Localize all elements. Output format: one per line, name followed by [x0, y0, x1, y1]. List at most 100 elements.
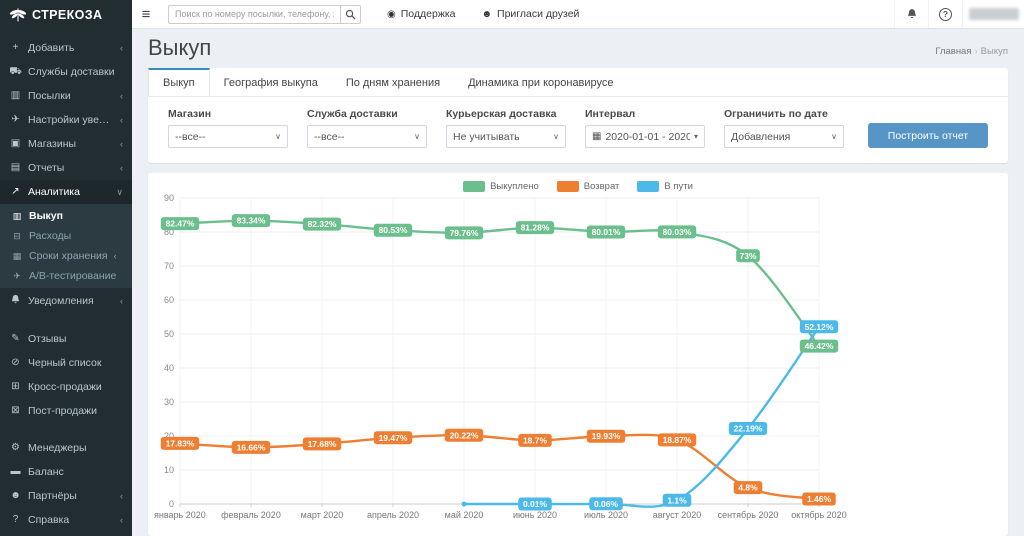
- bell-icon: [9, 294, 22, 308]
- sidebar-item-post-sales[interactable]: ⊠Пост-продажи: [0, 399, 132, 423]
- sidebar-item-notifications[interactable]: Уведомления‹: [0, 288, 132, 314]
- chevron-left-icon: ‹: [120, 91, 123, 101]
- briefcase-icon: ▣: [9, 139, 22, 149]
- sidebar-item-storage-terms[interactable]: ▦Сроки хранения‹: [0, 246, 132, 266]
- sidebar-item-label: Сроки хранения: [29, 250, 108, 262]
- legend-item[interactable]: Возврат: [557, 181, 620, 192]
- sidebar-item-label: Уведомления: [28, 295, 114, 307]
- support-label: Поддержка: [401, 8, 456, 20]
- legend-item[interactable]: Выкуплено: [463, 181, 539, 192]
- build-report-button[interactable]: Построить отчет: [868, 123, 988, 148]
- credit-card-icon: ▬: [9, 467, 22, 477]
- dragonfly-logo-icon: [9, 7, 27, 23]
- filter-label: Магазин: [168, 108, 288, 120]
- data-label-text: 46.42%: [805, 341, 834, 351]
- legend-label: В пути: [664, 181, 693, 192]
- sidebar-item-label: Настройки уведомлений: [28, 114, 114, 126]
- data-label-text: 17.83%: [166, 438, 195, 448]
- sidebar-item-label: Отчеты: [28, 162, 114, 174]
- sidebar-item-label: Черный список: [28, 357, 123, 369]
- legend-item[interactable]: В пути: [637, 181, 693, 192]
- chevron-down-icon: ∨: [275, 132, 281, 141]
- app-window: СТРЕКОЗА +Добавить‹⛟Службы доставки▥Посы…: [0, 0, 1024, 536]
- search-input[interactable]: [168, 5, 340, 24]
- tab-buyout-geography[interactable]: География выкупа: [210, 68, 332, 96]
- sidebar-item-reviews[interactable]: ✎Отзывы: [0, 327, 132, 351]
- sidebar-item-reports[interactable]: ▤Отчеты‹: [0, 156, 132, 180]
- sidebar-item-help[interactable]: ?Справка‹: [0, 508, 132, 532]
- caret-down-icon: ▾: [694, 132, 698, 141]
- bell-icon: [906, 8, 918, 20]
- sidebar-item-parcels[interactable]: ▥Посылки‹: [0, 84, 132, 108]
- user-menu[interactable]: [962, 0, 1024, 28]
- sidebar-item-notification-settings[interactable]: ✈Настройки уведомлений‹: [0, 108, 132, 132]
- x-axis-label: февраль 2020: [221, 510, 281, 520]
- data-label-text: 0.06%: [594, 499, 619, 509]
- sidebar-item-partners[interactable]: ☻Партнёры‹: [0, 484, 132, 508]
- x-axis-label: июнь 2020: [513, 510, 557, 520]
- notifications-bell-button[interactable]: [894, 0, 928, 28]
- sidebar-item-add[interactable]: +Добавить‹: [0, 36, 132, 60]
- sidebar: СТРЕКОЗА +Добавить‹⛟Службы доставки▥Посы…: [0, 0, 132, 536]
- sidebar-item-expenses[interactable]: ⊟Расходы: [0, 226, 132, 246]
- help-button[interactable]: ?: [928, 0, 962, 28]
- comments-icon: ✎: [9, 334, 22, 344]
- series-line-0: [180, 221, 819, 347]
- filter-courier-delivery-select[interactable]: Не учитывать∨: [446, 125, 566, 148]
- filter-delivery-service-select[interactable]: --все--∨: [307, 125, 427, 148]
- legend-label: Выкуплено: [490, 181, 539, 192]
- sidebar-item-shops[interactable]: ▣Магазины‹: [0, 132, 132, 156]
- data-label-text: 80.53%: [379, 225, 408, 235]
- data-label-text: 16.66%: [237, 442, 266, 452]
- breadcrumb-home-link[interactable]: Главная: [935, 46, 971, 57]
- user-name-redacted: [969, 8, 1019, 20]
- sidebar-item-cross-sales[interactable]: ⊞Кросс-продажи: [0, 375, 132, 399]
- sidebar-item-label: Расходы: [29, 230, 71, 242]
- data-label-text: 73%: [739, 251, 756, 261]
- filter-limit-by-date-select[interactable]: Добавления∨: [724, 125, 844, 148]
- sidebar-item-buyout[interactable]: ▥Выкуп: [0, 206, 132, 226]
- filter-shop-select[interactable]: --все-- ∨: [168, 125, 288, 148]
- tab-buyout[interactable]: Выкуп: [148, 68, 210, 96]
- sidebar-item-label: А/В-тестирование: [29, 270, 116, 282]
- tabs-bar: ВыкупГеография выкупаПо дням храненияДин…: [148, 68, 1008, 97]
- filter-courier-delivery: Курьерская доставкаНе учитывать∨: [446, 108, 566, 148]
- data-label-text: 52.12%: [805, 322, 834, 332]
- data-label-text: 80.01%: [592, 227, 621, 237]
- sidebar-item-ab-testing[interactable]: ✈А/В-тестирование: [0, 266, 132, 286]
- gears-icon: ⚙: [9, 443, 22, 453]
- support-link[interactable]: ◉ Поддержка: [387, 8, 456, 20]
- tab-covid-dynamics[interactable]: Динамика при коронавирусе: [454, 68, 627, 96]
- sidebar-nav: +Добавить‹⛟Службы доставки▥Посылки‹✈Наст…: [0, 29, 132, 532]
- x-axis-label: январь 2020: [154, 510, 206, 520]
- filter-value: 2020-01-01 - 2020-10-13: [605, 131, 690, 143]
- users-icon: ☻: [9, 491, 22, 501]
- tab-storage-days[interactable]: По дням хранения: [332, 68, 454, 96]
- filter-label: Служба доставки: [307, 108, 427, 120]
- sidebar-item-label: Магазины: [28, 138, 114, 150]
- search-bar: [168, 5, 361, 24]
- logo[interactable]: СТРЕКОЗА: [0, 0, 132, 29]
- filter-interval-select[interactable]: ▦2020-01-01 - 2020-10-13▾: [585, 125, 705, 148]
- data-label-text: 19.93%: [592, 431, 621, 441]
- breadcrumb-separator: ›: [975, 46, 978, 57]
- sidebar-item-label: Менеджеры: [28, 442, 123, 454]
- filter-delivery-service: Служба доставки --все--∨: [307, 108, 427, 148]
- data-label-text: 19.47%: [379, 433, 408, 443]
- data-label-text: 82.47%: [166, 219, 195, 229]
- y-tick-label: 40: [164, 363, 174, 373]
- hamburger-menu-icon[interactable]: ≡: [132, 6, 160, 23]
- sidebar-item-analytics[interactable]: ↗Аналитика∨: [0, 180, 132, 204]
- search-button[interactable]: [340, 5, 361, 24]
- filter-value: --все--: [175, 131, 271, 143]
- invite-friends-link[interactable]: ☻ Пригласи друзей: [482, 8, 580, 20]
- sidebar-item-balance[interactable]: ▬ Баланс: [0, 460, 132, 484]
- data-label-text: 22.19%: [734, 424, 763, 434]
- legend-label: Возврат: [584, 181, 620, 192]
- sidebar-item-label: Баланс: [28, 466, 123, 478]
- filter-value: --все--: [314, 131, 410, 143]
- sidebar-item-managers[interactable]: ⚙ Менеджеры: [0, 436, 132, 460]
- sidebar-item-delivery-services[interactable]: ⛟Службы доставки: [0, 60, 132, 84]
- invite-friends-label: Пригласи друзей: [497, 8, 579, 20]
- sidebar-item-blacklist[interactable]: ⊘Черный список: [0, 351, 132, 375]
